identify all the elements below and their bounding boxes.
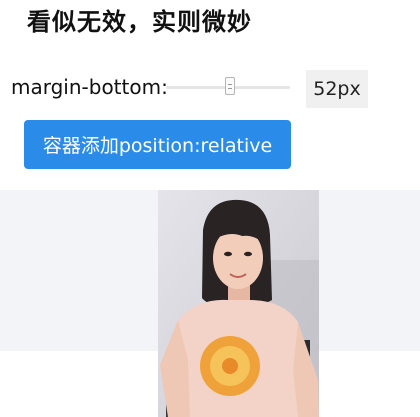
page-title: 看似无效，实则微妙 [27,8,252,36]
photo-illustration [158,190,319,417]
margin-bottom-slider[interactable] [166,76,290,98]
selfie-photo [158,190,319,417]
slider-thumb[interactable] [225,77,236,95]
margin-bottom-label: margin-bottom: [11,75,168,99]
margin-value-display: 52px [306,70,368,108]
add-position-relative-button[interactable]: 容器添加position:relative [24,120,291,169]
